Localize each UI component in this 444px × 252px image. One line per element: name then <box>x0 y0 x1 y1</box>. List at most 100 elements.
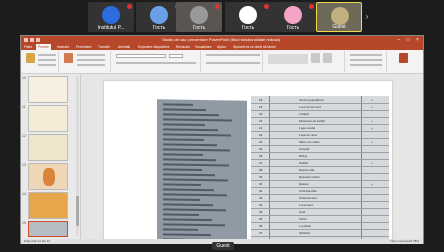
powerpoint-window: Studiu de caz: prezentare PowerPoint (Mo… <box>20 35 424 244</box>
participant-name: Гость <box>241 25 255 31</box>
slide-canvas: 18 Sarcini gospodărești +19 Locul de trai r… <box>81 74 423 243</box>
format-painter-button[interactable] <box>38 64 56 66</box>
participant-tile[interactable]: Гость <box>270 2 316 32</box>
webcam-person <box>190 6 208 24</box>
participant-tile[interactable]: Guest <box>316 2 362 32</box>
row-text: Dialog <box>299 154 308 158</box>
slide-number: 11 <box>22 105 26 109</box>
table-row: 26 Dialog <box>251 154 389 160</box>
row-number: 33 <box>259 203 263 207</box>
font-group <box>113 51 201 72</box>
slide-thumbnail[interactable] <box>28 192 68 219</box>
slide-thumbnail[interactable] <box>28 76 68 103</box>
row-text: Lupta de valori <box>299 133 318 137</box>
photo-row-line <box>163 163 229 166</box>
slide-thumbnail[interactable] <box>28 134 68 161</box>
photo-row-line <box>163 123 205 126</box>
window-title: Studiu de caz: prezentare PowerPoint (Mo… <box>162 37 280 42</box>
paste-icon[interactable] <box>26 53 35 63</box>
slide[interactable]: 18 Sarcini gospodărești +19 Locul de trai r… <box>104 81 392 243</box>
cat-icon <box>239 6 257 24</box>
row-text: Sărbători <box>299 231 310 235</box>
participant-tile[interactable]: Гость <box>225 2 271 32</box>
copy-button[interactable] <box>38 59 56 61</box>
photo-left-page[interactable] <box>157 99 247 243</box>
photo-row-line <box>163 158 216 161</box>
slide-thumbnail-selected[interactable] <box>28 221 68 237</box>
slide-number: 13 <box>22 163 26 167</box>
row-number: 29 <box>259 175 263 179</box>
cut-button[interactable] <box>38 54 56 56</box>
close-icon[interactable]: × <box>414 36 421 44</box>
row-number: 26 <box>259 154 263 158</box>
table-row: 25 Ocupații <box>251 147 389 153</box>
table-row: 36 Localitate <box>251 224 389 230</box>
table-row: 29 Resursele satului <box>251 175 389 181</box>
mic-muted-icon <box>264 4 269 9</box>
participant-tile[interactable]: Гость <box>176 2 222 32</box>
row-text: Teritoriul rural <box>299 196 317 200</box>
cat-icon <box>150 6 168 24</box>
row-mark: + <box>371 140 373 144</box>
slide-number: 12 <box>22 134 26 138</box>
quick-access-toolbar[interactable] <box>24 38 44 42</box>
row-number: 19 <box>259 105 263 109</box>
shapes-gallery[interactable] <box>268 54 308 64</box>
dictate-group <box>389 51 419 72</box>
slide-thumbnail[interactable] <box>28 163 68 190</box>
row-number: 32 <box>259 196 263 200</box>
find-button[interactable] <box>350 54 382 56</box>
row-text: Sarcini gospodărești <box>299 98 324 102</box>
row-text: Teritoriul sfânt <box>299 189 317 193</box>
row-text: Cetățeni <box>299 112 309 116</box>
minimize-icon[interactable]: – <box>395 36 402 44</box>
row-mark: + <box>371 98 373 102</box>
slide-thumbnail[interactable] <box>28 105 68 132</box>
thumbnail-scrollbar[interactable] <box>76 76 79 236</box>
participant-name: Guest <box>332 24 346 30</box>
layout-button[interactable] <box>77 54 105 56</box>
new-slide-icon[interactable] <box>64 53 73 63</box>
title-bar: Studiu de caz: prezentare PowerPoint (Mo… <box>21 36 423 44</box>
mic-muted-icon <box>309 4 314 9</box>
photo-right-page[interactable]: 18 Sarcini gospodărești +19 Locul de trai r… <box>251 96 389 243</box>
row-number: 24 <box>259 140 263 144</box>
quick-styles-icon[interactable] <box>323 53 332 63</box>
photo-row-line <box>163 173 215 176</box>
maximize-icon[interactable]: □ <box>405 36 412 44</box>
align-buttons[interactable] <box>206 62 260 64</box>
view-controls[interactable]: Note Comentarii 78% <box>390 239 419 244</box>
row-number: 22 <box>259 126 263 130</box>
editing-group <box>347 51 387 72</box>
participant-tile[interactable]: Institutul P... <box>88 2 134 32</box>
photo-row-line <box>163 233 211 236</box>
table-row: 33 Locul natal <box>251 203 389 209</box>
clipboard-group <box>23 51 59 72</box>
next-arrow-icon[interactable]: › <box>363 13 371 21</box>
table-row: 24 Munca în comun + <box>251 140 389 146</box>
table-row: 30 Resurse + <box>251 182 389 188</box>
row-text: Ocupații <box>299 147 310 151</box>
ribbon <box>21 50 423 74</box>
list-buttons[interactable] <box>206 54 260 56</box>
table-row: 19 Locul de trai rural + <box>251 105 389 111</box>
font-name-select[interactable] <box>116 54 166 58</box>
row-number: 27 <box>259 161 263 165</box>
select-button[interactable] <box>350 64 382 66</box>
photo-row-line <box>163 108 206 111</box>
microphone-icon[interactable] <box>399 53 408 63</box>
row-text: Locul natal <box>299 203 313 207</box>
participant-name: Гость <box>152 25 166 31</box>
font-size-select[interactable] <box>169 54 183 58</box>
table-row: 32 Teritoriul rural <box>251 196 389 202</box>
row-text: Mostenirea de tradiții <box>299 119 325 123</box>
row-number: 36 <box>259 224 263 228</box>
reset-button[interactable] <box>77 59 105 61</box>
row-number: 18 <box>259 98 263 102</box>
section-button[interactable] <box>77 64 105 66</box>
font-format-buttons[interactable] <box>116 62 196 64</box>
participant-name: Institutul P... <box>97 25 125 31</box>
replace-button[interactable] <box>350 59 382 61</box>
arrange-icon[interactable] <box>311 53 320 63</box>
row-text: Vecini <box>299 217 307 221</box>
